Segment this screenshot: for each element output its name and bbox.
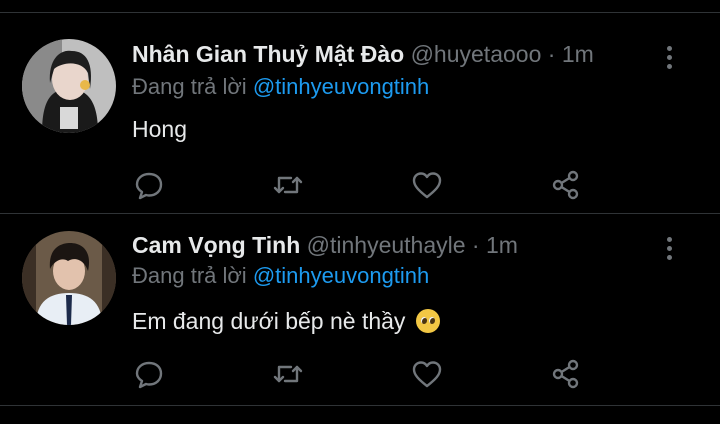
tweet-header: Cam Vọng Tinh @tinhyeuthayle · 1m: [132, 231, 518, 259]
reply-context: Đang trả lời @tinhyeuvongtinh: [132, 73, 429, 101]
timestamp[interactable]: 1m: [486, 232, 518, 258]
retweet-icon[interactable]: [271, 168, 305, 202]
reply-prefix: Đang trả lời: [132, 74, 247, 99]
share-icon[interactable]: [549, 168, 583, 202]
reply-prefix: Đang trả lời: [132, 263, 247, 288]
user-handle[interactable]: @huyetaooo: [411, 41, 542, 67]
tweet-text: Em đang dưới bếp nè thầy: [132, 306, 440, 336]
user-handle[interactable]: @tinhyeuthayle: [307, 232, 466, 258]
like-icon[interactable]: [410, 168, 444, 202]
avatar[interactable]: [22, 39, 116, 133]
tweet-text: Hong: [132, 116, 187, 142]
timestamp[interactable]: 1m: [562, 41, 594, 67]
reply-icon[interactable]: [132, 357, 166, 391]
reply-context: Đang trả lời @tinhyeuvongtinh: [132, 262, 429, 290]
avatar[interactable]: [22, 231, 116, 325]
bottom-divider: [0, 405, 720, 406]
tweet-header: Nhân Gian Thuỷ Mật Đào @huyetaooo · 1m: [132, 40, 594, 68]
separator-dot: ·: [471, 232, 480, 258]
display-name[interactable]: Cam Vọng Tinh: [132, 232, 300, 258]
share-icon[interactable]: [549, 357, 583, 391]
more-options-icon[interactable]: [660, 235, 678, 263]
retweet-icon[interactable]: [271, 357, 305, 391]
reply-mention-link[interactable]: @tinhyeuvongtinh: [253, 74, 429, 99]
like-icon[interactable]: [410, 357, 444, 391]
tweet-text-content: Em đang dưới bếp nè thầy: [132, 308, 406, 334]
reply-mention-link[interactable]: @tinhyeuvongtinh: [253, 263, 429, 288]
display-name[interactable]: Nhân Gian Thuỷ Mật Đào: [132, 41, 404, 67]
tweet-1[interactable]: Nhân Gian Thuỷ Mật Đào @huyetaooo · 1m Đ…: [0, 13, 720, 213]
tweet-2[interactable]: Cam Vọng Tinh @tinhyeuthayle · 1m Đang t…: [0, 214, 720, 404]
reply-icon[interactable]: [132, 168, 166, 202]
more-options-icon[interactable]: [660, 44, 678, 72]
pleading-face-emoji: [415, 309, 440, 333]
separator-dot: ·: [547, 41, 556, 67]
